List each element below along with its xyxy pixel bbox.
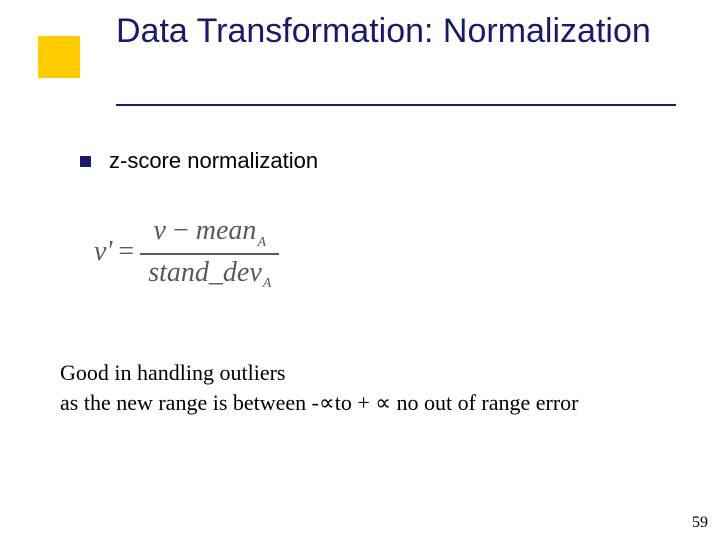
- denominator: stand_devA: [140, 255, 279, 293]
- title-underline: [116, 104, 676, 106]
- bullet-item: z-score normalization: [80, 148, 640, 174]
- den-sub: A: [262, 276, 272, 291]
- equals-sign: =: [112, 236, 140, 267]
- den-dev: dev: [223, 257, 262, 288]
- num-minus: −: [173, 215, 189, 246]
- page-number: 59: [692, 514, 708, 532]
- formula-lhs: v': [94, 236, 112, 267]
- slide-title: Data Transformation: Normalization: [116, 10, 676, 53]
- formula: v'= v − meanA stand_devA: [94, 215, 279, 292]
- den-underscore: _: [209, 257, 223, 288]
- accent-square: [38, 36, 80, 78]
- num-sub: A: [256, 235, 266, 250]
- bullet-icon: [80, 156, 91, 167]
- num-mean: mean: [196, 215, 257, 246]
- fraction: v − meanA stand_devA: [140, 215, 279, 292]
- body-paragraph: Good in handling outliersas the new rang…: [60, 358, 600, 417]
- bullet-text: z-score normalization: [109, 148, 318, 174]
- den-stand: stand: [148, 257, 209, 288]
- slide: Data Transformation: Normalization z-sco…: [0, 0, 720, 540]
- numerator: v − meanA: [140, 215, 279, 255]
- num-v: v: [154, 215, 166, 246]
